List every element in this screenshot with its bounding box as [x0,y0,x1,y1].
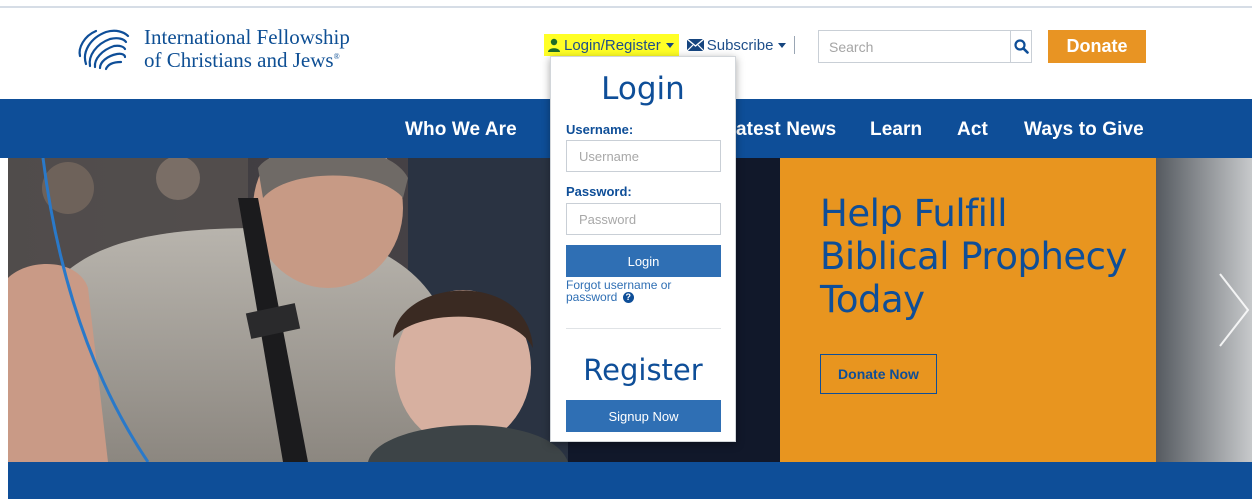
bottom-band [8,462,1252,499]
logo-line2: of Christians and Jews® [144,47,350,72]
password-label: Password: [566,184,632,199]
utility-links: Login/Register Subscribe [544,33,796,57]
login-register-label: Login/Register [564,36,661,54]
question-circle-icon: ? [622,292,634,304]
promo-headline: Help Fulfill Biblical Prophecy Today [820,192,1127,321]
subscribe-link[interactable]: Subscribe [686,36,787,54]
chevron-down-icon [665,42,674,48]
nav-latest-news[interactable]: atest News [736,119,836,141]
nav-learn[interactable]: Learn [870,119,922,141]
logo-line2-text: of Christians and Jews [144,48,334,72]
login-heading: Login [601,71,685,107]
nav-who-we-are[interactable]: Who We Are [405,119,517,141]
search-icon [1013,39,1029,54]
divider [794,36,796,54]
login-register-link[interactable]: Login/Register [544,34,679,56]
envelope-icon [686,39,704,51]
user-icon [548,38,560,52]
logo-hands-icon [78,29,130,71]
chevron-down-icon [778,42,787,48]
password-input[interactable] [566,203,721,235]
username-label: Username: [566,122,634,137]
donate-button[interactable]: Donate [1048,30,1146,63]
top-border [0,0,1252,8]
donate-now-button[interactable]: Donate Now [820,354,937,394]
forgot-text: Forgot username or password [566,278,672,304]
divider [566,328,721,329]
forgot-credentials-link[interactable]: Forgot username or password ? [566,278,726,304]
login-button[interactable]: Login [566,245,721,277]
signup-button[interactable]: Signup Now [566,400,721,432]
site-logo[interactable]: International Fellowship of Christians a… [76,26,350,72]
nav-act[interactable]: Act [957,119,988,141]
logo-line1: International Fellowship [144,25,350,49]
username-input[interactable] [566,140,721,172]
search-button[interactable] [1010,31,1031,62]
login-dropdown: Login Username: Password: Login Forgot u… [550,56,736,442]
register-heading: Register [583,353,703,387]
search-box [818,30,1032,63]
logo-wordmark: International Fellowship of Christians a… [144,25,350,72]
subscribe-label: Subscribe [706,36,774,54]
nav-ways-to-give[interactable]: Ways to Give [1024,119,1144,141]
chevron-right-icon[interactable] [1216,270,1252,350]
promo-panel: Help Fulfill Biblical Prophecy Today Don… [780,158,1156,462]
registered-mark: ® [333,52,340,61]
search-input[interactable] [819,31,1010,62]
